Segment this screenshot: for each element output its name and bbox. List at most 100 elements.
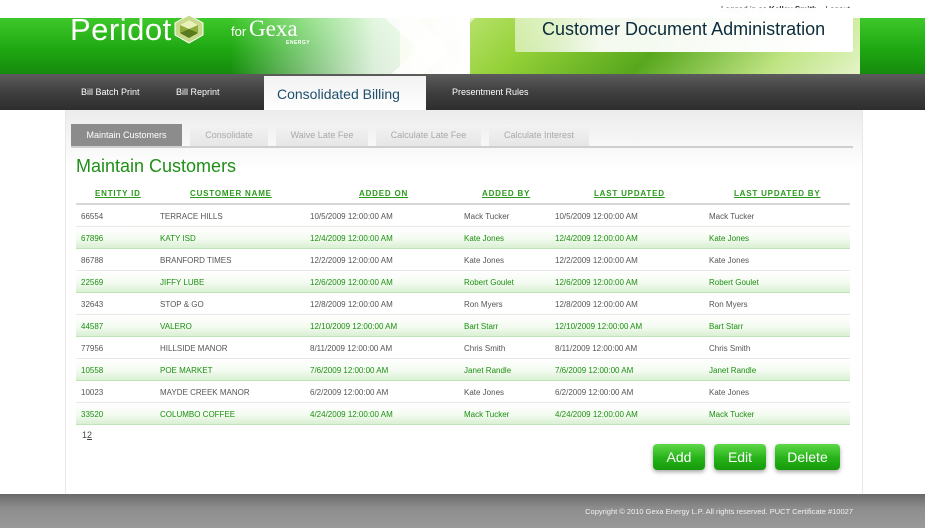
cell-last-updated: 12/8/2009 12:00:00 AM: [555, 300, 638, 309]
cell-entity-id: 86788: [81, 256, 104, 265]
cell-customer-name: STOP & GO: [160, 300, 204, 309]
cell-added-on: 12/10/2009 12:00:00 AM: [310, 322, 398, 331]
cell-last-updated: 12/2/2009 12:00:00 AM: [555, 256, 638, 265]
nav-item-consolidated-billing[interactable]: Consolidated Billing: [264, 76, 426, 110]
cell-last-updated-by: Robert Goulet: [709, 278, 759, 287]
cell-added-by: Mack Tucker: [464, 410, 510, 419]
cell-customer-name: KATY ISD: [160, 234, 196, 243]
cell-added-by: Kate Jones: [464, 256, 505, 265]
cell-last-updated: 10/5/2009 12:00:00 AM: [555, 212, 638, 221]
cell-added-by: Kate Jones: [464, 234, 505, 243]
table-row[interactable]: 67896 KATY ISD 12/4/2009 12:00:00 AM Kate J…: [76, 227, 850, 249]
column-header-last-updated-by[interactable]: LAST UPDATED BY: [734, 189, 821, 198]
add-button[interactable]: Add: [653, 444, 705, 470]
tab-calculate-late-fee[interactable]: Calculate Late Fee: [376, 124, 481, 146]
cell-customer-name: JIFFY LUBE: [160, 278, 205, 287]
cell-added-by: Bart Starr: [464, 322, 499, 331]
table-body: 66554 TERRACE HILLS 10/5/2009 12:00:00 AM M…: [76, 205, 850, 425]
table-row[interactable]: 22569 JIFFY LUBE 12/6/2009 12:00:00 AM Robe…: [76, 271, 850, 293]
cell-added-on: 6/2/2009 12:00:00 AM: [310, 388, 389, 397]
cell-customer-name: VALERO: [160, 322, 192, 331]
customers-table: ENTITY ID CUSTOMER NAME ADDED ON ADDED B…: [76, 182, 850, 425]
tab-calculate-interest[interactable]: Calculate Interest: [489, 124, 589, 146]
peridot-gem-icon: [174, 14, 204, 44]
cell-last-updated: 7/6/2009 12:00:00 AM: [555, 366, 634, 375]
cell-entity-id: 10558: [81, 366, 104, 375]
cell-added-on: 12/8/2009 12:00:00 AM: [310, 300, 393, 309]
cell-entity-id: 77956: [81, 344, 104, 353]
tab-consolidate[interactable]: Consolidate: [190, 124, 268, 146]
table-row[interactable]: 10023 MAYDE CREEK MANOR 6/2/2009 12:00:00 …: [76, 381, 850, 403]
brand-for-text: for: [231, 24, 247, 39]
table-row[interactable]: 77956 HILLSIDE MANOR 8/11/2009 12:00:00 AM…: [76, 337, 850, 359]
table-row[interactable]: 32643 STOP & GO 12/8/2009 12:00:00 AM Ron M…: [76, 293, 850, 315]
cell-entity-id: 22569: [81, 278, 104, 287]
cell-added-by: Janet Randle: [464, 366, 512, 375]
cell-added-by: Mack Tucker: [464, 212, 510, 221]
cell-added-on: 12/6/2009 12:00:00 AM: [310, 278, 393, 287]
cell-entity-id: 33520: [81, 410, 104, 419]
table-row[interactable]: 10558 POE MARKET 7/6/2009 12:00:00 AM Janet…: [76, 359, 850, 381]
cell-last-updated-by: Kate Jones: [709, 256, 750, 265]
footer: Copyright © 2010 Gexa Energy L.P. All ri…: [0, 494, 925, 528]
table-row[interactable]: 86788 BRANFORD TIMES 12/2/2009 12:00:00 AM…: [76, 249, 850, 271]
header-x-graphic: [384, 18, 476, 74]
cell-added-on: 12/4/2009 12:00:00 AM: [310, 234, 393, 243]
cell-entity-id: 44587: [81, 322, 104, 331]
cell-customer-name: MAYDE CREEK MANOR: [160, 388, 250, 397]
column-header-customer-name[interactable]: CUSTOMER NAME: [190, 189, 272, 198]
cell-customer-name: TERRACE HILLS: [160, 212, 223, 221]
cell-entity-id: 32643: [81, 300, 104, 309]
cell-customer-name: BRANFORD TIMES: [160, 256, 232, 265]
pagination: 12: [82, 430, 92, 440]
cell-last-updated: 12/10/2009 12:00:00 AM: [555, 322, 643, 331]
table-header: ENTITY ID CUSTOMER NAME ADDED ON ADDED B…: [76, 182, 850, 205]
cell-customer-name: COLUMBO COFFEE: [160, 410, 236, 419]
column-header-added-on[interactable]: ADDED ON: [359, 189, 408, 198]
nav-item-presentment-rules[interactable]: Presentment Rules: [452, 87, 529, 97]
cell-entity-id: 66554: [81, 212, 104, 221]
column-header-entity-id[interactable]: ENTITY ID: [95, 189, 141, 198]
cell-last-updated: 4/24/2009 12:00:00 AM: [555, 410, 638, 419]
tab-waive-late-fee[interactable]: Waive Late Fee: [276, 124, 368, 146]
cell-last-updated-by: Chris Smith: [709, 344, 751, 353]
nav-item-bill-reprint[interactable]: Bill Reprint: [176, 87, 220, 97]
cell-last-updated-by: Kate Jones: [709, 234, 750, 243]
cell-entity-id: 10023: [81, 388, 104, 397]
cell-last-updated-by: Ron Myers: [709, 300, 748, 309]
main-nav: Bill Batch Print Bill Reprint Presentmen…: [0, 74, 925, 110]
tab-maintain-customers[interactable]: Maintain Customers: [71, 124, 182, 146]
cell-added-on: 12/2/2009 12:00:00 AM: [310, 256, 393, 265]
copyright-text: Copyright © 2010 Gexa Energy L.P. All ri…: [585, 507, 853, 516]
cell-last-updated: 12/4/2009 12:00:00 AM: [555, 234, 638, 243]
cell-added-by: Chris Smith: [464, 344, 506, 353]
table-row[interactable]: 66554 TERRACE HILLS 10/5/2009 12:00:00 AM M…: [76, 205, 850, 227]
column-header-added-by[interactable]: ADDED BY: [482, 189, 530, 198]
section-title: Maintain Customers: [76, 156, 237, 176]
cell-last-updated-by: Bart Starr: [709, 322, 744, 331]
partner-logo-text: Gexa: [249, 16, 298, 41]
edit-button[interactable]: Edit: [714, 444, 766, 470]
cell-added-on: 8/11/2009 12:00:00 AM: [310, 344, 393, 353]
cell-last-updated: 12/6/2009 12:00:00 AM: [555, 278, 638, 287]
app-title: Customer Document Administration: [542, 19, 826, 39]
nav-item-bill-batch-print[interactable]: Bill Batch Print: [81, 87, 140, 97]
cell-last-updated-by: Mack Tucker: [709, 410, 755, 419]
page-2-link[interactable]: 2: [87, 430, 92, 440]
delete-button[interactable]: Delete: [775, 444, 840, 470]
cell-entity-id: 67896: [81, 234, 104, 243]
cell-added-by: Ron Myers: [464, 300, 503, 309]
cell-last-updated: 6/2/2009 12:00:00 AM: [555, 388, 634, 397]
cell-added-on: 7/6/2009 12:00:00 AM: [310, 366, 389, 375]
table-row[interactable]: 33520 COLUMBO COFFEE 4/24/2009 12:00:00 AM…: [76, 403, 850, 425]
column-header-last-updated[interactable]: LAST UPDATED: [594, 189, 665, 198]
cell-added-by: Robert Goulet: [464, 278, 514, 287]
table-row[interactable]: 44587 VALERO 12/10/2009 12:00:00 AM Bart St…: [76, 315, 850, 337]
cell-customer-name: HILLSIDE MANOR: [160, 344, 228, 353]
brand-logo-text: Peridot: [70, 12, 172, 47]
cell-added-by: Kate Jones: [464, 388, 505, 397]
sub-tabs: Maintain Customers Consolidate Waive Lat…: [71, 124, 853, 148]
cell-customer-name: POE MARKET: [160, 366, 213, 375]
cell-added-on: 10/5/2009 12:00:00 AM: [310, 212, 393, 221]
partner-logo-subtext: ENERGY: [286, 40, 311, 46]
